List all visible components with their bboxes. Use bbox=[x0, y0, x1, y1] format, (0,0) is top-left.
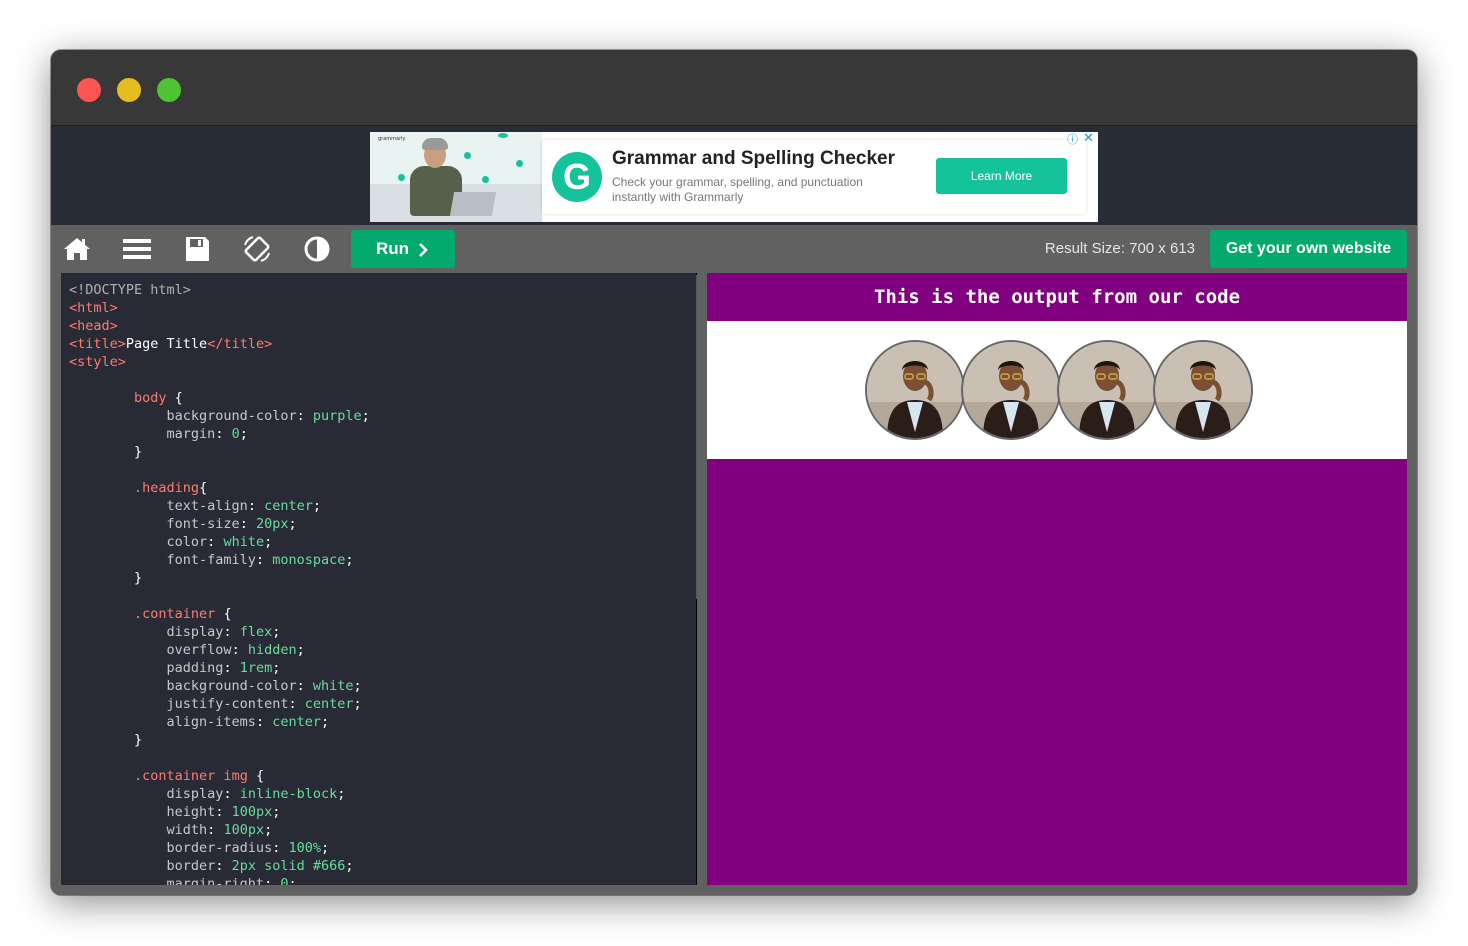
grammarly-logo-icon: G bbox=[552, 152, 602, 202]
code-line: font-size: 20px; bbox=[69, 516, 297, 532]
ad-banner-area: grammarly G Grammar and Spelling Checker… bbox=[51, 127, 1417, 225]
code-content[interactable]: <!DOCTYPE html> <html> <head> <title>Page T… bbox=[69, 281, 370, 885]
result-preview: This is the output from our code bbox=[707, 273, 1407, 885]
code-line: } bbox=[69, 570, 143, 586]
ad-description: Check your grammar, spelling, and punctu… bbox=[612, 175, 863, 204]
man-portrait-icon bbox=[867, 342, 963, 438]
preview-avatar-image bbox=[865, 340, 965, 440]
man-portrait-icon bbox=[1059, 342, 1155, 438]
code-line: } bbox=[69, 444, 143, 460]
code-line: height: 100px; bbox=[69, 804, 281, 820]
result-size-label: Result Size: 700 x 613 bbox=[1044, 240, 1195, 257]
menu-icon[interactable] bbox=[121, 233, 153, 265]
code-line: text-align: center; bbox=[69, 498, 321, 514]
rotate-icon[interactable] bbox=[241, 233, 273, 265]
code-line: <title>Page Title</title> bbox=[69, 336, 273, 352]
workspace: <!DOCTYPE html> <html> <head> <title>Page T… bbox=[51, 273, 1417, 895]
code-line: <style> bbox=[69, 354, 126, 370]
preview-avatar-image bbox=[961, 340, 1061, 440]
preview-avatar-image bbox=[1153, 340, 1253, 440]
app-window: grammarly G Grammar and Spelling Checker… bbox=[51, 50, 1417, 895]
man-portrait-icon bbox=[1155, 342, 1251, 438]
code-line: .heading{ bbox=[134, 480, 208, 496]
code-line: <html> bbox=[69, 300, 118, 316]
code-line: border: 2px solid #666; bbox=[69, 858, 354, 874]
man-portrait-icon bbox=[963, 342, 1059, 438]
close-window-button[interactable] bbox=[77, 78, 101, 102]
code-line: background-color: purple; bbox=[69, 408, 370, 424]
run-button-label: Run bbox=[376, 239, 410, 258]
code-line: margin-right: 0; bbox=[69, 876, 297, 885]
home-icon[interactable] bbox=[61, 233, 93, 265]
code-line: .container img { bbox=[134, 768, 265, 784]
ad-brand-label: grammarly bbox=[378, 136, 406, 142]
get-website-button[interactable]: Get your own website bbox=[1210, 230, 1407, 268]
ad-title: Grammar and Spelling Checker bbox=[612, 148, 895, 169]
code-editor[interactable]: <!DOCTYPE html> <html> <head> <title>Page T… bbox=[61, 273, 697, 885]
editor-scrollbar-thumb[interactable] bbox=[696, 275, 697, 599]
preview-heading: This is the output from our code bbox=[873, 286, 1241, 308]
code-line: align-items: center; bbox=[69, 714, 330, 730]
learn-more-button[interactable]: Learn More bbox=[936, 158, 1067, 194]
preview-avatar-image bbox=[1057, 340, 1157, 440]
ad-photo: grammarly bbox=[370, 132, 542, 222]
run-button[interactable]: Run bbox=[351, 230, 455, 268]
code-line: <head> bbox=[69, 318, 118, 334]
code-line: body { bbox=[134, 390, 183, 406]
ad-banner[interactable]: grammarly G Grammar and Spelling Checker… bbox=[370, 132, 1098, 222]
code-line: border-radius: 100%; bbox=[69, 840, 330, 856]
contrast-icon[interactable] bbox=[301, 233, 333, 265]
minimize-window-button[interactable] bbox=[117, 78, 141, 102]
code-line: color: white; bbox=[69, 534, 273, 550]
title-bar bbox=[51, 50, 1417, 126]
chevron-right-icon bbox=[419, 243, 428, 257]
preview-image-container bbox=[707, 321, 1407, 459]
code-line: margin: 0; bbox=[69, 426, 248, 442]
code-line: <!DOCTYPE html> bbox=[69, 282, 191, 298]
code-line: font-family: monospace; bbox=[69, 552, 354, 568]
code-line: overflow: hidden; bbox=[69, 642, 305, 658]
code-line: padding: 1rem; bbox=[69, 660, 281, 676]
code-line: display: flex; bbox=[69, 624, 281, 640]
code-line: } bbox=[69, 732, 143, 748]
code-line: display: inline-block; bbox=[69, 786, 346, 802]
ad-close-icon[interactable]: ✕ bbox=[1083, 132, 1094, 146]
zoom-window-button[interactable] bbox=[157, 78, 181, 102]
code-line: justify-content: center; bbox=[69, 696, 362, 712]
code-line: background-color: white; bbox=[69, 678, 362, 694]
editor-toolbar: Run Result Size: 700 x 613 Get your own … bbox=[51, 225, 1417, 273]
save-icon[interactable] bbox=[181, 233, 213, 265]
ad-card: G Grammar and Spelling Checker Check you… bbox=[542, 140, 1086, 214]
code-line: width: 100px; bbox=[69, 822, 273, 838]
code-line: .container { bbox=[134, 606, 232, 622]
ad-info-icon[interactable]: ⓘ bbox=[1067, 133, 1078, 147]
